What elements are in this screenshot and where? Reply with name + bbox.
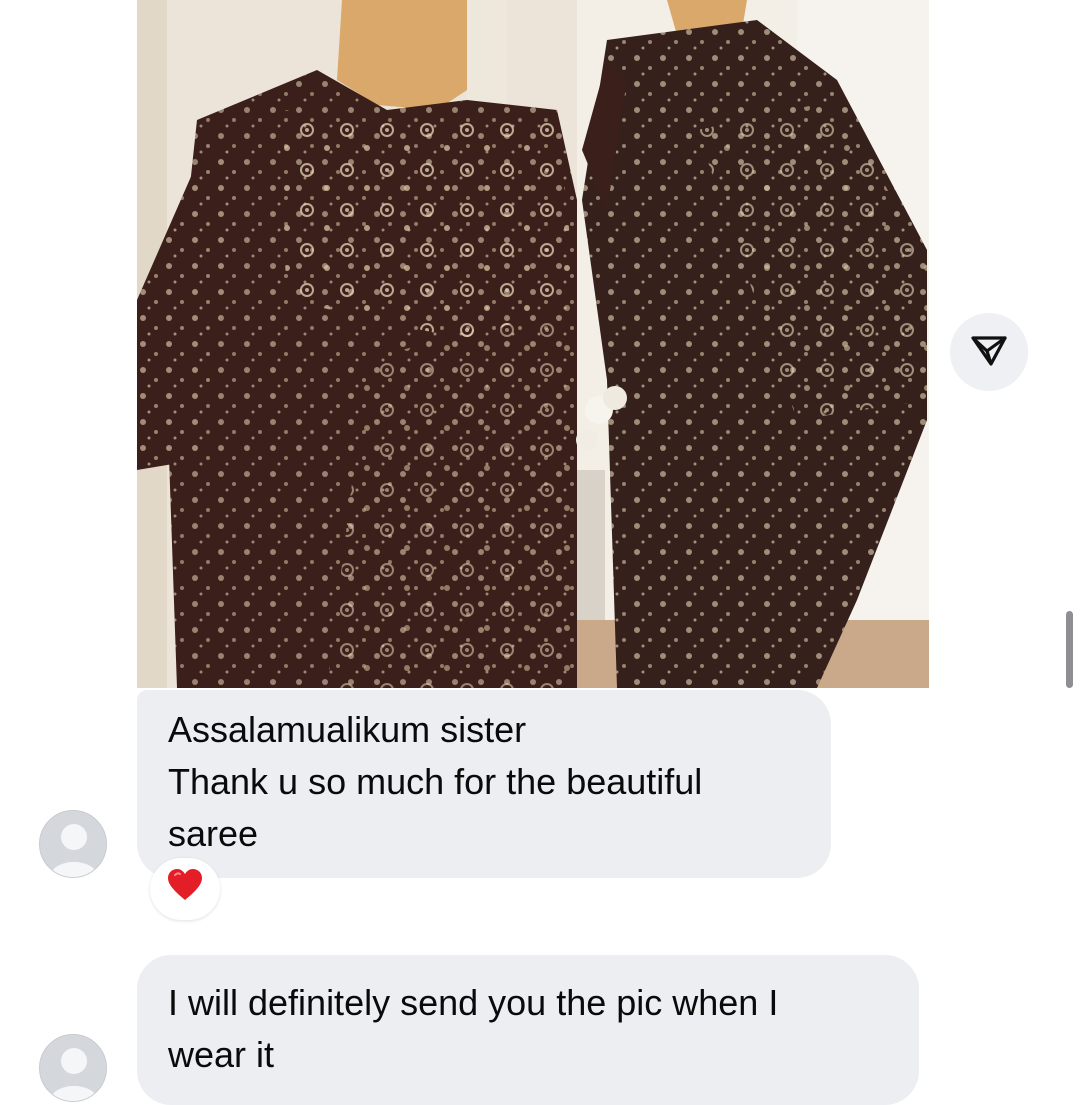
default-user-icon: [50, 1048, 98, 1101]
saree-photo-illustration: [137, 0, 929, 688]
shared-photo[interactable]: [137, 0, 929, 688]
paper-plane-icon: [969, 330, 1009, 375]
message-line: wear it: [168, 1034, 275, 1075]
message-line: Thank u so much for the beautiful: [168, 761, 703, 802]
message-bubble[interactable]: I will definitely send you the pic when …: [137, 955, 919, 1105]
red-heart-icon: [167, 868, 203, 910]
message-line: Assalamualikum sister: [168, 709, 527, 750]
message-line: I will definitely send you the pic when …: [168, 982, 779, 1023]
scrollbar-thumb[interactable]: [1066, 611, 1073, 688]
default-user-icon: [50, 824, 98, 877]
avatar[interactable]: [39, 1034, 107, 1102]
avatar[interactable]: [39, 810, 107, 878]
message-line: saree: [168, 813, 259, 854]
reaction-badge[interactable]: [150, 858, 220, 920]
message-bubble[interactable]: Assalamualikum sister Thank u so much fo…: [137, 690, 831, 878]
share-button[interactable]: [950, 313, 1028, 391]
